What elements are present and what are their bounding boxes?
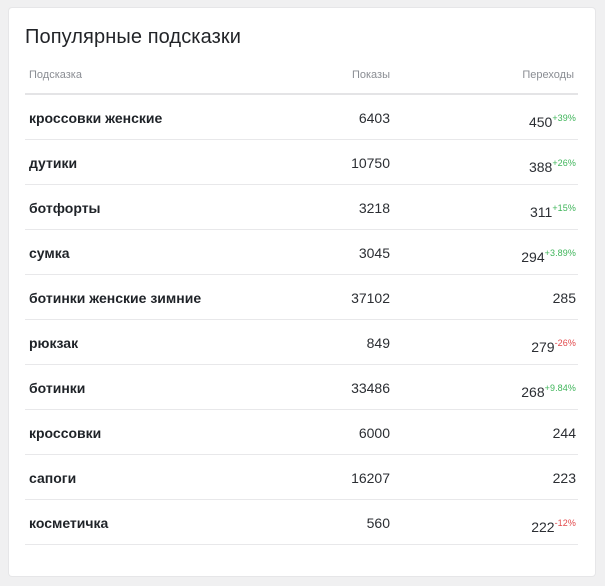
clicks-cell: 268+9.84% bbox=[521, 379, 576, 401]
clicks-delta-badge: -26% bbox=[554, 338, 576, 348]
table-row: рюкзак 849 279-26% bbox=[25, 320, 578, 365]
clicks-cell: 223 bbox=[553, 469, 576, 487]
hint-name: ботфорты bbox=[29, 200, 101, 216]
hint-name: дутики bbox=[29, 155, 78, 171]
table-row: кроссовки 6000 244 bbox=[25, 410, 578, 455]
clicks-delta-badge: +9.84% bbox=[544, 383, 576, 393]
clicks-value: 279 bbox=[531, 339, 555, 355]
popular-hints-card: Популярные подсказки Подсказка Показы Пе… bbox=[9, 8, 595, 576]
clicks-value: 244 bbox=[552, 425, 576, 441]
clicks-cell: 388+26% bbox=[529, 154, 576, 176]
column-header-shows: Показы bbox=[351, 69, 390, 81]
hint-name: кроссовки женские bbox=[29, 110, 163, 126]
shows-value: 6000 bbox=[358, 425, 390, 441]
clicks-delta-badge: +26% bbox=[552, 158, 576, 168]
table-row: ботфорты 3218 311+15% bbox=[25, 185, 578, 230]
hint-name: косметичка bbox=[29, 515, 109, 531]
clicks-cell: 294+3.89% bbox=[521, 244, 576, 266]
hint-name: ботинки bbox=[29, 380, 86, 396]
clicks-value: 294 bbox=[521, 249, 545, 265]
table-row: дутики 10750 388+26% bbox=[25, 140, 578, 185]
column-header-hint: Подсказка bbox=[29, 69, 82, 81]
table-row: ботинки 33486 268+9.84% bbox=[25, 365, 578, 410]
shows-value: 3045 bbox=[358, 245, 390, 261]
table-row: косметичка 560 222-12% bbox=[25, 500, 578, 545]
clicks-value: 450 bbox=[528, 114, 553, 130]
clicks-delta-badge: -12% bbox=[554, 518, 576, 528]
shows-value: 849 bbox=[366, 335, 390, 351]
clicks-cell: 450+39% bbox=[529, 109, 576, 131]
hint-name: кроссовки bbox=[29, 425, 102, 441]
table-row: ботинки женские зимние 37102 285 bbox=[25, 275, 578, 320]
hint-name: сумка bbox=[29, 245, 70, 261]
shows-value: 6403 bbox=[358, 110, 390, 126]
shows-value: 37102 bbox=[351, 290, 390, 306]
table-row: сапоги 16207 223 bbox=[25, 455, 578, 500]
column-header-clicks: Переходы bbox=[522, 69, 574, 81]
table-row: кроссовки женские 6403 450+39% bbox=[25, 95, 578, 140]
table-row: сумка 3045 294+3.89% bbox=[25, 230, 578, 275]
table-body: кроссовки женские 6403 450+39% дутики 10… bbox=[25, 95, 578, 545]
clicks-delta-badge: +3.89% bbox=[544, 248, 576, 258]
clicks-cell: 222-12% bbox=[531, 514, 576, 536]
clicks-value: 223 bbox=[552, 470, 576, 486]
table-header: Подсказка Показы Переходы bbox=[25, 58, 578, 95]
shows-value: 10750 bbox=[351, 155, 390, 171]
card-title: Популярные подсказки bbox=[25, 26, 241, 48]
clicks-cell: 244 bbox=[553, 424, 576, 442]
clicks-cell: 311+15% bbox=[530, 199, 576, 221]
shows-value: 560 bbox=[366, 515, 390, 531]
clicks-value: 268 bbox=[521, 384, 545, 400]
hint-name: сапоги bbox=[29, 470, 77, 486]
hint-name: рюкзак bbox=[29, 335, 79, 351]
shows-value: 3218 bbox=[358, 200, 390, 216]
clicks-delta-badge: +15% bbox=[552, 203, 576, 213]
shows-value: 33486 bbox=[351, 380, 390, 396]
clicks-value: 311 bbox=[530, 204, 553, 220]
clicks-value: 285 bbox=[552, 290, 576, 306]
clicks-value: 222 bbox=[531, 519, 555, 535]
clicks-cell: 279-26% bbox=[531, 334, 576, 356]
clicks-delta-badge: +39% bbox=[552, 113, 576, 123]
clicks-cell: 285 bbox=[553, 289, 576, 307]
popular-hints-table: Подсказка Показы Переходы кроссовки женс… bbox=[25, 58, 578, 545]
shows-value: 16207 bbox=[351, 470, 390, 486]
clicks-value: 388 bbox=[528, 159, 553, 175]
hint-name: ботинки женские зимние bbox=[29, 290, 202, 306]
